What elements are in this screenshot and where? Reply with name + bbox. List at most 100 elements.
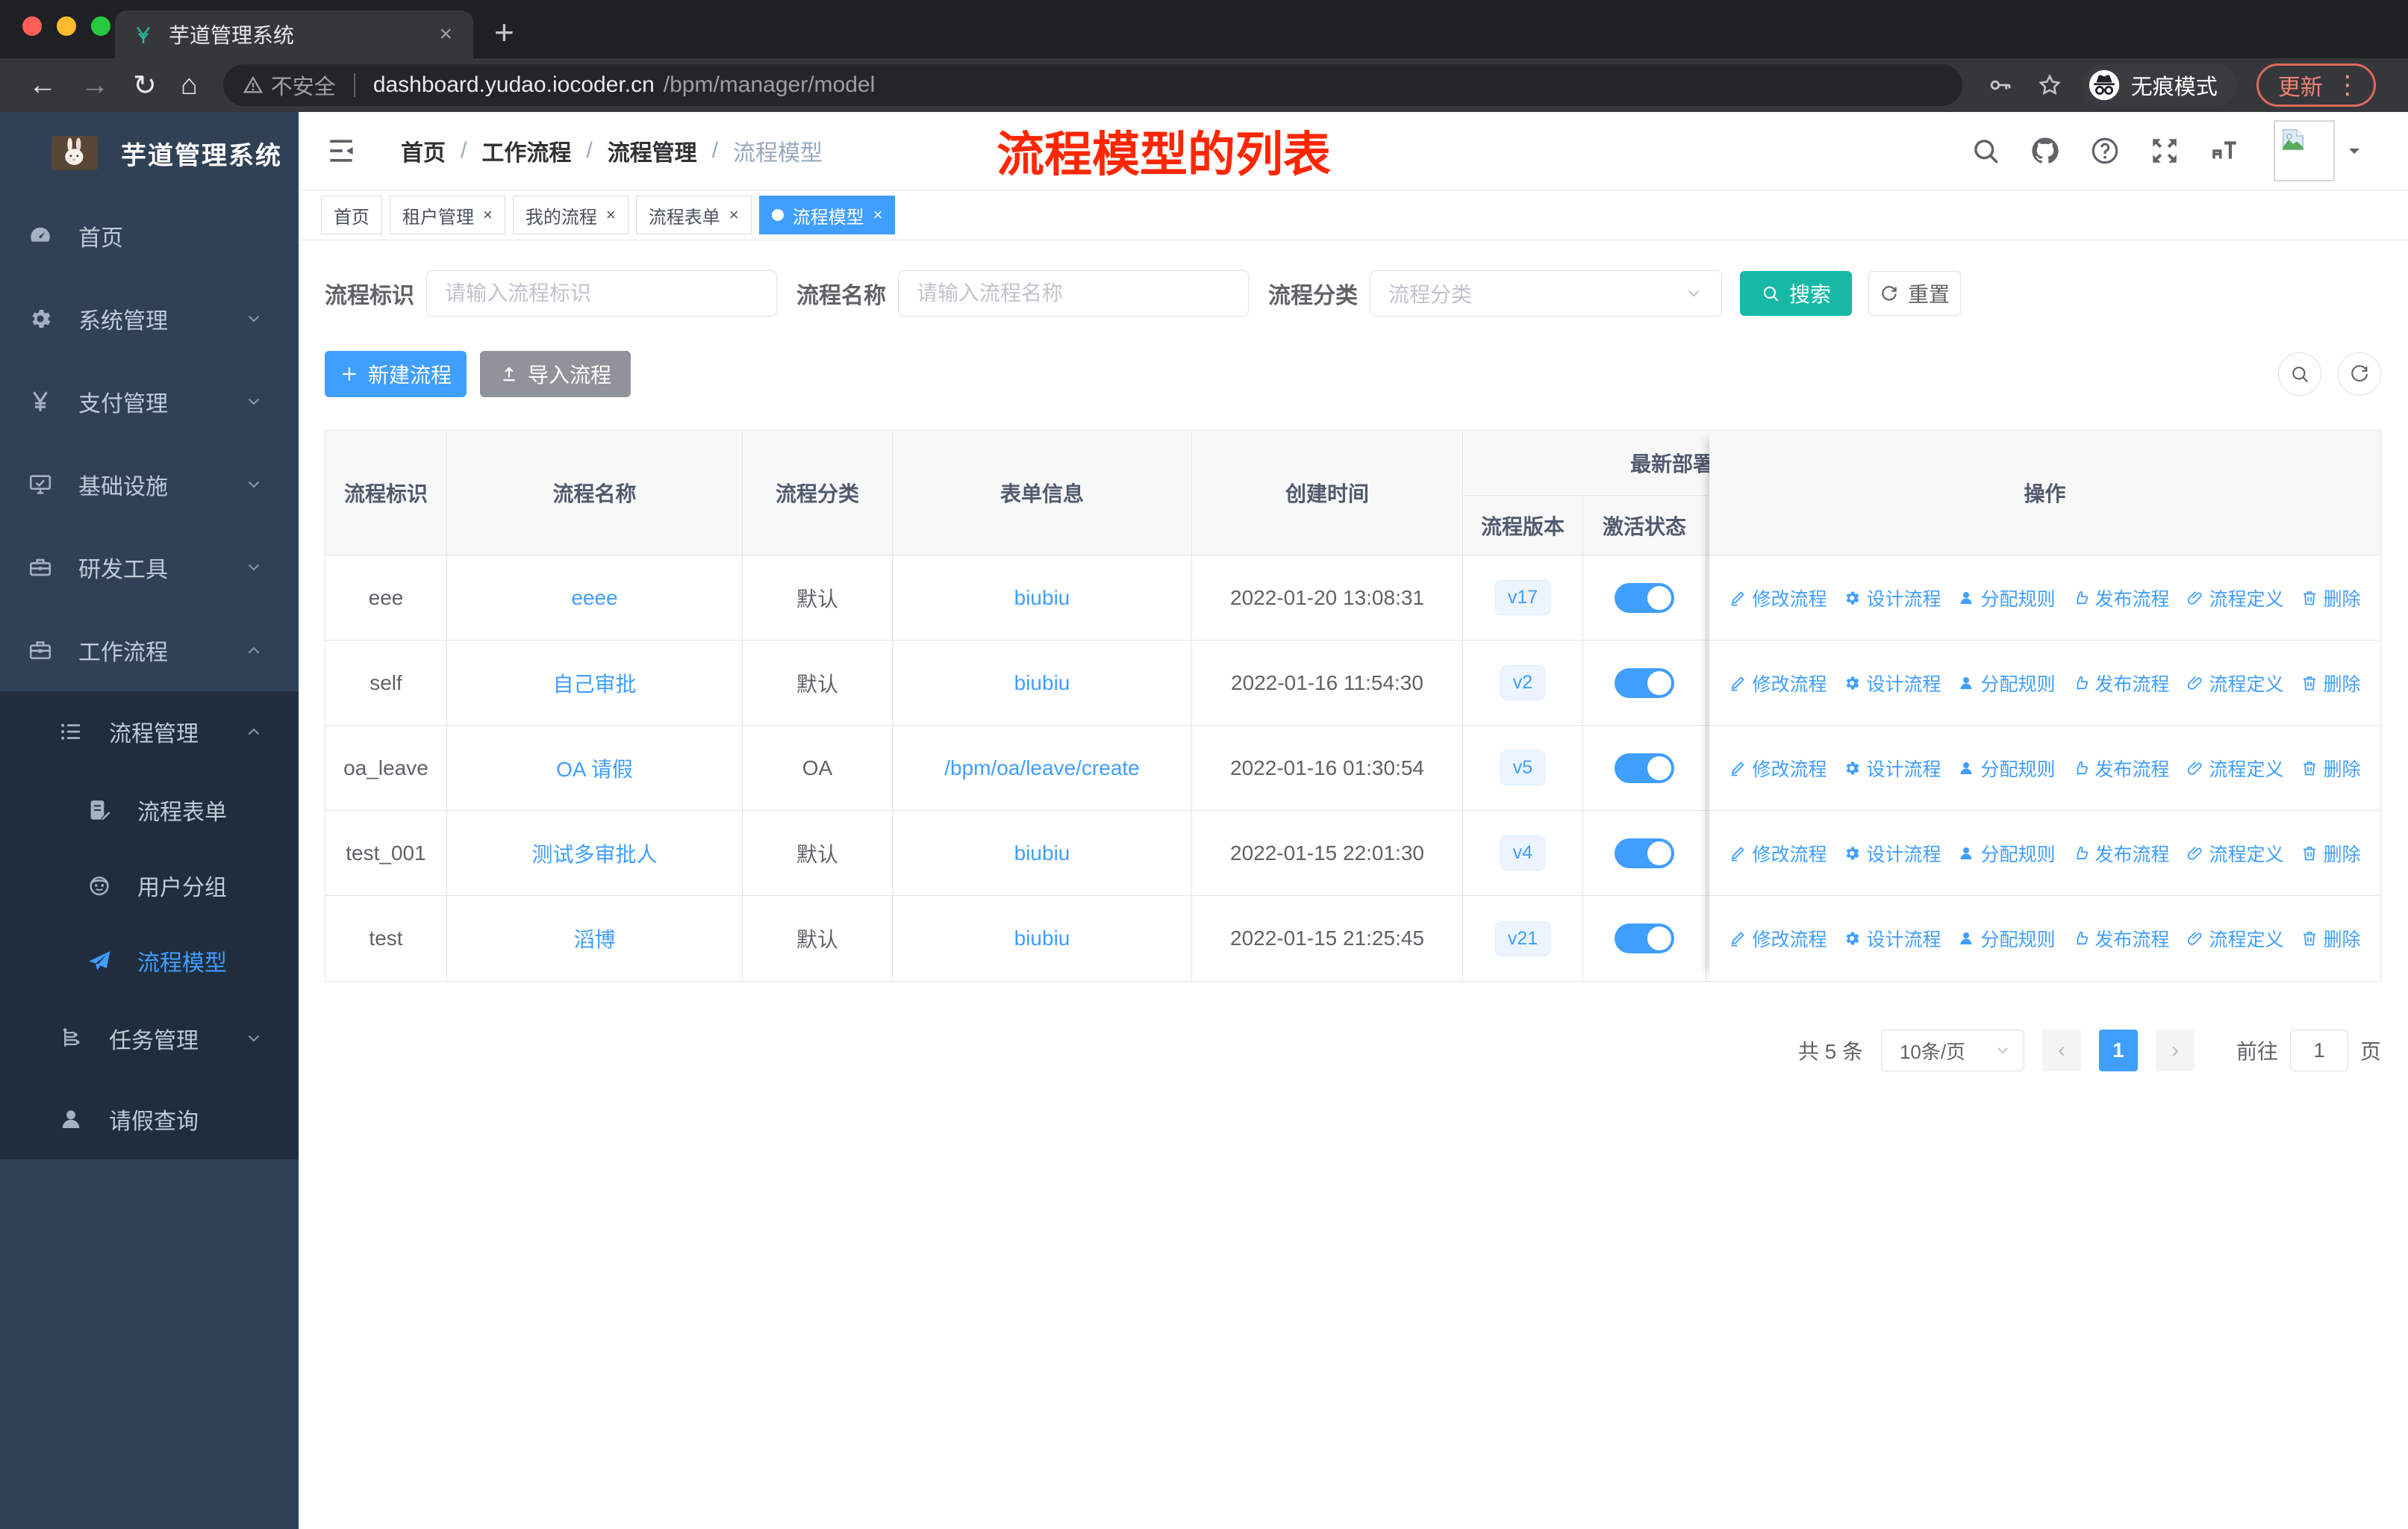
search-button[interactable]: 搜索 xyxy=(1740,271,1852,316)
form-info-link[interactable]: biubiu xyxy=(1014,586,1070,610)
fullscreen-icon[interactable] xyxy=(2149,135,2180,166)
bookmark-star-icon[interactable] xyxy=(2037,72,2062,98)
action-deploy-link[interactable]: 发布流程 xyxy=(2072,585,2170,611)
new-tab-button[interactable]: + xyxy=(494,12,514,52)
process-name-input[interactable] xyxy=(898,270,1249,317)
close-tab-icon[interactable]: × xyxy=(434,22,457,47)
key-icon[interactable] xyxy=(1988,72,2013,98)
active-toggle[interactable] xyxy=(1615,753,1674,783)
close-icon[interactable]: × xyxy=(729,205,739,225)
current-page-button[interactable]: 1 xyxy=(2098,1030,2138,1071)
form-info-link[interactable]: biubiu xyxy=(1014,927,1070,950)
active-toggle[interactable] xyxy=(1615,924,1674,953)
back-icon[interactable]: ← xyxy=(28,69,57,102)
sidebar-item-11[interactable]: 请假查询 xyxy=(0,1079,299,1159)
page-size-select[interactable]: 10条/页 xyxy=(1880,1030,2024,1071)
tag-3[interactable]: 流程表单 × xyxy=(635,196,752,234)
breadcrumb-workflow[interactable]: 工作流程 xyxy=(481,134,571,167)
tag-4[interactable]: 流程模型 × xyxy=(758,196,896,234)
tag-1[interactable]: 租户管理 × xyxy=(390,196,505,234)
action-deploy-link[interactable]: 发布流程 xyxy=(2072,670,2170,697)
font-size-icon[interactable] xyxy=(2209,135,2240,166)
process-id-input[interactable] xyxy=(426,270,777,317)
category-select[interactable]: 流程分类 xyxy=(1370,270,1722,317)
action-deploy-link[interactable]: 发布流程 xyxy=(2072,840,2170,867)
goto-page-input[interactable] xyxy=(2289,1030,2348,1071)
home-icon[interactable]: ⌂ xyxy=(181,69,198,102)
action-assign-rule-link[interactable]: 分配规则 xyxy=(1957,670,2056,697)
avatar[interactable] xyxy=(2274,120,2335,181)
sidebar-item-2[interactable]: 支付管理 xyxy=(0,360,299,443)
action-modify-link[interactable]: 修改流程 xyxy=(1729,925,1827,952)
action-design-link[interactable]: 设计流程 xyxy=(1843,670,1941,697)
tag-0[interactable]: 首页 xyxy=(321,196,382,234)
action-definition-link[interactable]: 流程定义 xyxy=(2186,925,2284,952)
minimize-window-button[interactable] xyxy=(57,16,76,36)
action-assign-rule-link[interactable]: 分配规则 xyxy=(1957,755,2056,782)
sidebar-item-5[interactable]: 工作流程 xyxy=(0,608,299,691)
github-icon[interactable] xyxy=(2030,135,2061,166)
avatar-caret-icon[interactable] xyxy=(2345,142,2363,160)
app-logo[interactable]: 芋道管理系统 xyxy=(0,112,299,194)
action-delete-link[interactable]: 删除 xyxy=(2301,755,2361,782)
sidebar-item-3[interactable]: 基础设施 xyxy=(0,443,299,526)
active-toggle[interactable] xyxy=(1615,838,1674,868)
action-definition-link[interactable]: 流程定义 xyxy=(2186,585,2284,611)
search-icon[interactable] xyxy=(1970,135,2001,166)
close-icon[interactable]: × xyxy=(606,205,616,225)
process-name-link[interactable]: eeee xyxy=(571,586,617,610)
create-process-button[interactable]: 新建流程 xyxy=(325,351,467,397)
breadcrumb-process-mgmt[interactable]: 流程管理 xyxy=(608,134,697,167)
action-deploy-link[interactable]: 发布流程 xyxy=(2072,925,2170,952)
breadcrumb-home[interactable]: 首页 xyxy=(401,134,446,167)
sidebar-item-10[interactable]: 任务管理 xyxy=(0,998,299,1079)
process-name-link[interactable]: 滔博 xyxy=(573,924,615,953)
process-name-link[interactable]: 测试多审批人 xyxy=(531,838,657,868)
next-page-button[interactable]: › xyxy=(2155,1030,2195,1071)
form-info-link[interactable]: biubiu xyxy=(1014,671,1070,695)
form-info-link[interactable]: /bpm/oa/leave/create xyxy=(944,756,1140,780)
action-definition-link[interactable]: 流程定义 xyxy=(2186,755,2284,782)
sidebar-item-9[interactable]: 流程模型 xyxy=(0,923,299,998)
sidebar-item-7[interactable]: 流程表单 xyxy=(0,772,299,847)
process-name-link[interactable]: OA 请假 xyxy=(556,753,633,783)
sidebar-item-6[interactable]: 流程管理 xyxy=(0,691,299,772)
sidebar-item-1[interactable]: 系统管理 xyxy=(0,277,299,360)
active-toggle[interactable] xyxy=(1615,582,1674,613)
window-controls[interactable] xyxy=(22,16,110,36)
action-modify-link[interactable]: 修改流程 xyxy=(1729,755,1827,782)
action-delete-link[interactable]: 删除 xyxy=(2301,670,2361,697)
collapse-sidebar-icon[interactable] xyxy=(325,134,358,167)
action-design-link[interactable]: 设计流程 xyxy=(1843,925,1941,952)
action-design-link[interactable]: 设计流程 xyxy=(1843,585,1941,611)
action-assign-rule-link[interactable]: 分配规则 xyxy=(1957,585,2056,611)
tag-2[interactable]: 我的流程 × xyxy=(512,196,628,234)
action-assign-rule-link[interactable]: 分配规则 xyxy=(1957,840,2056,867)
process-name-link[interactable]: 自己审批 xyxy=(552,668,636,698)
close-window-button[interactable] xyxy=(22,16,42,36)
prev-page-button[interactable]: ‹ xyxy=(2042,1030,2081,1071)
sidebar-item-0[interactable]: 首页 xyxy=(0,194,299,277)
sidebar-item-4[interactable]: 研发工具 xyxy=(0,526,299,608)
action-definition-link[interactable]: 流程定义 xyxy=(2186,840,2284,867)
import-process-button[interactable]: 导入流程 xyxy=(480,351,631,397)
reset-button[interactable]: 重置 xyxy=(1868,271,1961,316)
zoom-window-button[interactable] xyxy=(91,16,110,36)
help-icon[interactable] xyxy=(2089,135,2121,166)
action-delete-link[interactable]: 删除 xyxy=(2301,925,2361,952)
refresh-table-icon[interactable] xyxy=(2338,352,2381,396)
action-definition-link[interactable]: 流程定义 xyxy=(2186,670,2284,697)
action-assign-rule-link[interactable]: 分配规则 xyxy=(1957,925,2056,952)
address-bar[interactable]: 不安全 dashboard.yudao.iocoder.cn/bpm/manag… xyxy=(222,64,1962,106)
action-modify-link[interactable]: 修改流程 xyxy=(1729,840,1827,867)
browser-tab[interactable]: 芋道管理系统 × xyxy=(115,10,473,58)
action-modify-link[interactable]: 修改流程 xyxy=(1729,585,1827,611)
forward-icon[interactable]: → xyxy=(81,69,109,102)
sidebar-item-8[interactable]: 用户分组 xyxy=(0,847,299,923)
action-deploy-link[interactable]: 发布流程 xyxy=(2072,755,2170,782)
reload-icon[interactable]: ↻ xyxy=(133,69,157,102)
action-modify-link[interactable]: 修改流程 xyxy=(1729,670,1827,697)
active-toggle[interactable] xyxy=(1615,667,1674,698)
action-design-link[interactable]: 设计流程 xyxy=(1843,840,1941,867)
form-info-link[interactable]: biubiu xyxy=(1014,841,1070,865)
